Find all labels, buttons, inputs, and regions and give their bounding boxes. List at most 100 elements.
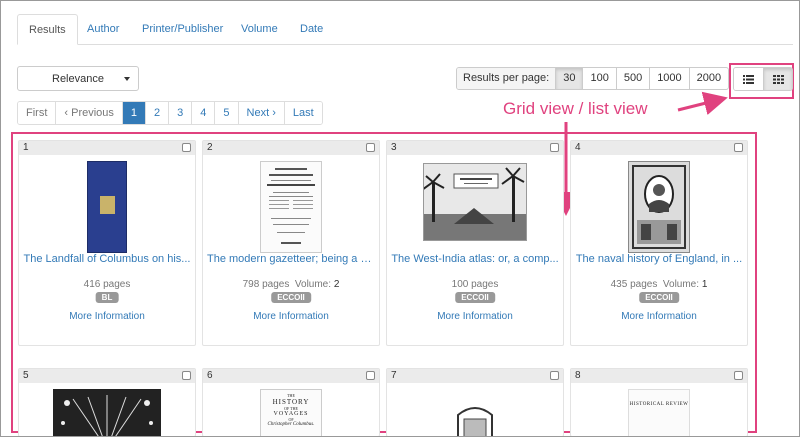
- page-2[interactable]: 2: [146, 102, 170, 124]
- results-per-page-label: Results per page:: [457, 68, 557, 89]
- result-title-link[interactable]: The Landfall of Columbus on his...: [23, 253, 191, 265]
- source-badge: ECCOII: [639, 292, 679, 303]
- rpp-option-30[interactable]: 30: [556, 68, 584, 89]
- grid-view-button[interactable]: [763, 68, 792, 90]
- select-checkbox[interactable]: [734, 143, 743, 152]
- page-count: 100 pages: [451, 279, 499, 290]
- page-count: 416 pages: [83, 279, 131, 290]
- tab-author[interactable]: Author: [87, 14, 119, 45]
- result-title-link[interactable]: The naval history of England, in ...: [575, 253, 743, 265]
- result-number: 2: [207, 142, 213, 153]
- card-header: 1: [19, 141, 195, 155]
- result-meta: 435 pages Volume: 1: [571, 279, 747, 290]
- select-checkbox[interactable]: [550, 371, 559, 380]
- caret-down-icon: [124, 77, 130, 81]
- page-last[interactable]: Last: [284, 102, 322, 124]
- result-number: 7: [391, 370, 397, 381]
- results-tabs: Results Author Printer/Publisher Volume …: [17, 14, 793, 45]
- select-checkbox[interactable]: [182, 143, 191, 152]
- page-first[interactable]: First: [18, 102, 57, 124]
- fan-diagram-graphic: [61, 395, 153, 436]
- card-header: 5: [19, 369, 195, 383]
- rpp-option-100[interactable]: 100: [583, 68, 617, 89]
- tab-printer-publisher[interactable]: Printer/Publisher: [142, 14, 223, 45]
- results-per-page: Results per page: 30 100 500 1000 2000: [456, 67, 730, 90]
- result-number: 5: [23, 370, 29, 381]
- result-meta: 100 pages: [387, 279, 563, 290]
- result-number: 4: [575, 142, 581, 153]
- result-number: 6: [207, 370, 213, 381]
- grid-icon: [772, 74, 784, 84]
- result-title-link[interactable]: The West-India atlas: or, a comp...: [391, 253, 559, 265]
- thumb-line: HISTORY: [272, 398, 310, 406]
- result-card[interactable]: 7: [386, 368, 564, 437]
- page-1[interactable]: 1: [122, 102, 147, 124]
- title-page-thumbnail[interactable]: HISTORICAL REVIEW: [628, 389, 690, 436]
- rpp-option-1000[interactable]: 1000: [650, 68, 690, 89]
- volume-number: 1: [701, 279, 708, 290]
- result-title-link[interactable]: The modern gazetteer; being a c...: [207, 253, 375, 265]
- select-checkbox[interactable]: [366, 143, 375, 152]
- card-header: 8: [571, 369, 747, 383]
- result-number: 1: [23, 142, 29, 153]
- portrait-engraving-graphic: [632, 165, 686, 249]
- annotation-label: Grid view / list view: [503, 99, 648, 118]
- thumb-line: HISTORICAL REVIEW: [629, 402, 689, 407]
- more-information-link[interactable]: More Information: [19, 311, 195, 322]
- rpp-option-500[interactable]: 500: [617, 68, 651, 89]
- engraving-thumbnail[interactable]: [53, 389, 161, 436]
- page-next[interactable]: Next ›: [238, 102, 285, 124]
- card-header: 7: [387, 369, 563, 383]
- rpp-option-2000[interactable]: 2000: [690, 68, 728, 89]
- select-checkbox[interactable]: [182, 371, 191, 380]
- title-page-thumbnail[interactable]: THE HISTORY OF THE VOYAGES OF Christophe…: [260, 389, 322, 436]
- result-card[interactable]: 5: [18, 368, 196, 437]
- result-card[interactable]: 3 The West-India atlas: or, a comp... 10…: [386, 140, 564, 346]
- result-card[interactable]: 6 THE HISTORY OF THE VOYAGES OF Christop…: [202, 368, 380, 437]
- page-4[interactable]: 4: [192, 102, 216, 124]
- volume-label: Volume:: [294, 279, 332, 290]
- arch-engraving-graphic: [457, 407, 493, 436]
- palm-landscape-graphic: [421, 167, 526, 240]
- card-header: 2: [203, 141, 379, 155]
- engraving-thumbnail[interactable]: [421, 163, 527, 241]
- tab-results[interactable]: Results: [17, 14, 78, 45]
- more-information-link[interactable]: More Information: [387, 311, 563, 322]
- sort-select-value: Relevance: [52, 73, 104, 85]
- volume-number: 2: [333, 279, 340, 290]
- more-information-link[interactable]: More Information: [571, 311, 747, 322]
- page-3[interactable]: 3: [169, 102, 193, 124]
- result-meta: 416 pages: [19, 279, 195, 290]
- page-5[interactable]: 5: [215, 102, 239, 124]
- result-number: 8: [575, 370, 581, 381]
- select-checkbox[interactable]: [366, 371, 375, 380]
- portrait-thumbnail[interactable]: [628, 161, 690, 253]
- page-count: 435 pages: [610, 279, 658, 290]
- result-card[interactable]: 2 The modern gazetteer; being a c... 798…: [202, 140, 380, 346]
- title-page-thumbnail[interactable]: [260, 161, 322, 253]
- list-icon: [743, 74, 754, 84]
- list-view-button[interactable]: [734, 68, 763, 90]
- select-checkbox[interactable]: [734, 371, 743, 380]
- source-badge: ECCOII: [455, 292, 495, 303]
- tab-date[interactable]: Date: [300, 14, 323, 45]
- arrow-to-view-toggle: [677, 91, 728, 116]
- book-cover-thumbnail[interactable]: [87, 161, 127, 253]
- tab-volume[interactable]: Volume: [241, 14, 278, 45]
- page-previous[interactable]: ‹ Previous: [56, 102, 123, 124]
- source-badge: ECCOII: [271, 292, 311, 303]
- result-card[interactable]: 1 The Landfall of Columbus on his... 416…: [18, 140, 196, 346]
- view-toggle: [733, 67, 793, 91]
- result-meta: 798 pages Volume: 2: [203, 279, 379, 290]
- card-header: 3: [387, 141, 563, 155]
- more-information-link[interactable]: More Information: [203, 311, 379, 322]
- engraving-thumbnail[interactable]: [454, 401, 496, 436]
- select-checkbox[interactable]: [550, 143, 559, 152]
- card-header: 6: [203, 369, 379, 383]
- pagination: First ‹ Previous 1 2 3 4 5 Next › Last: [17, 101, 323, 125]
- volume-label: Volume:: [662, 279, 700, 290]
- result-card[interactable]: 8 HISTORICAL REVIEW: [570, 368, 748, 437]
- sort-select[interactable]: Relevance: [17, 66, 139, 91]
- result-card[interactable]: 4 The naval history of England, in ... 4…: [570, 140, 748, 346]
- text-lines-graphic: [267, 168, 315, 244]
